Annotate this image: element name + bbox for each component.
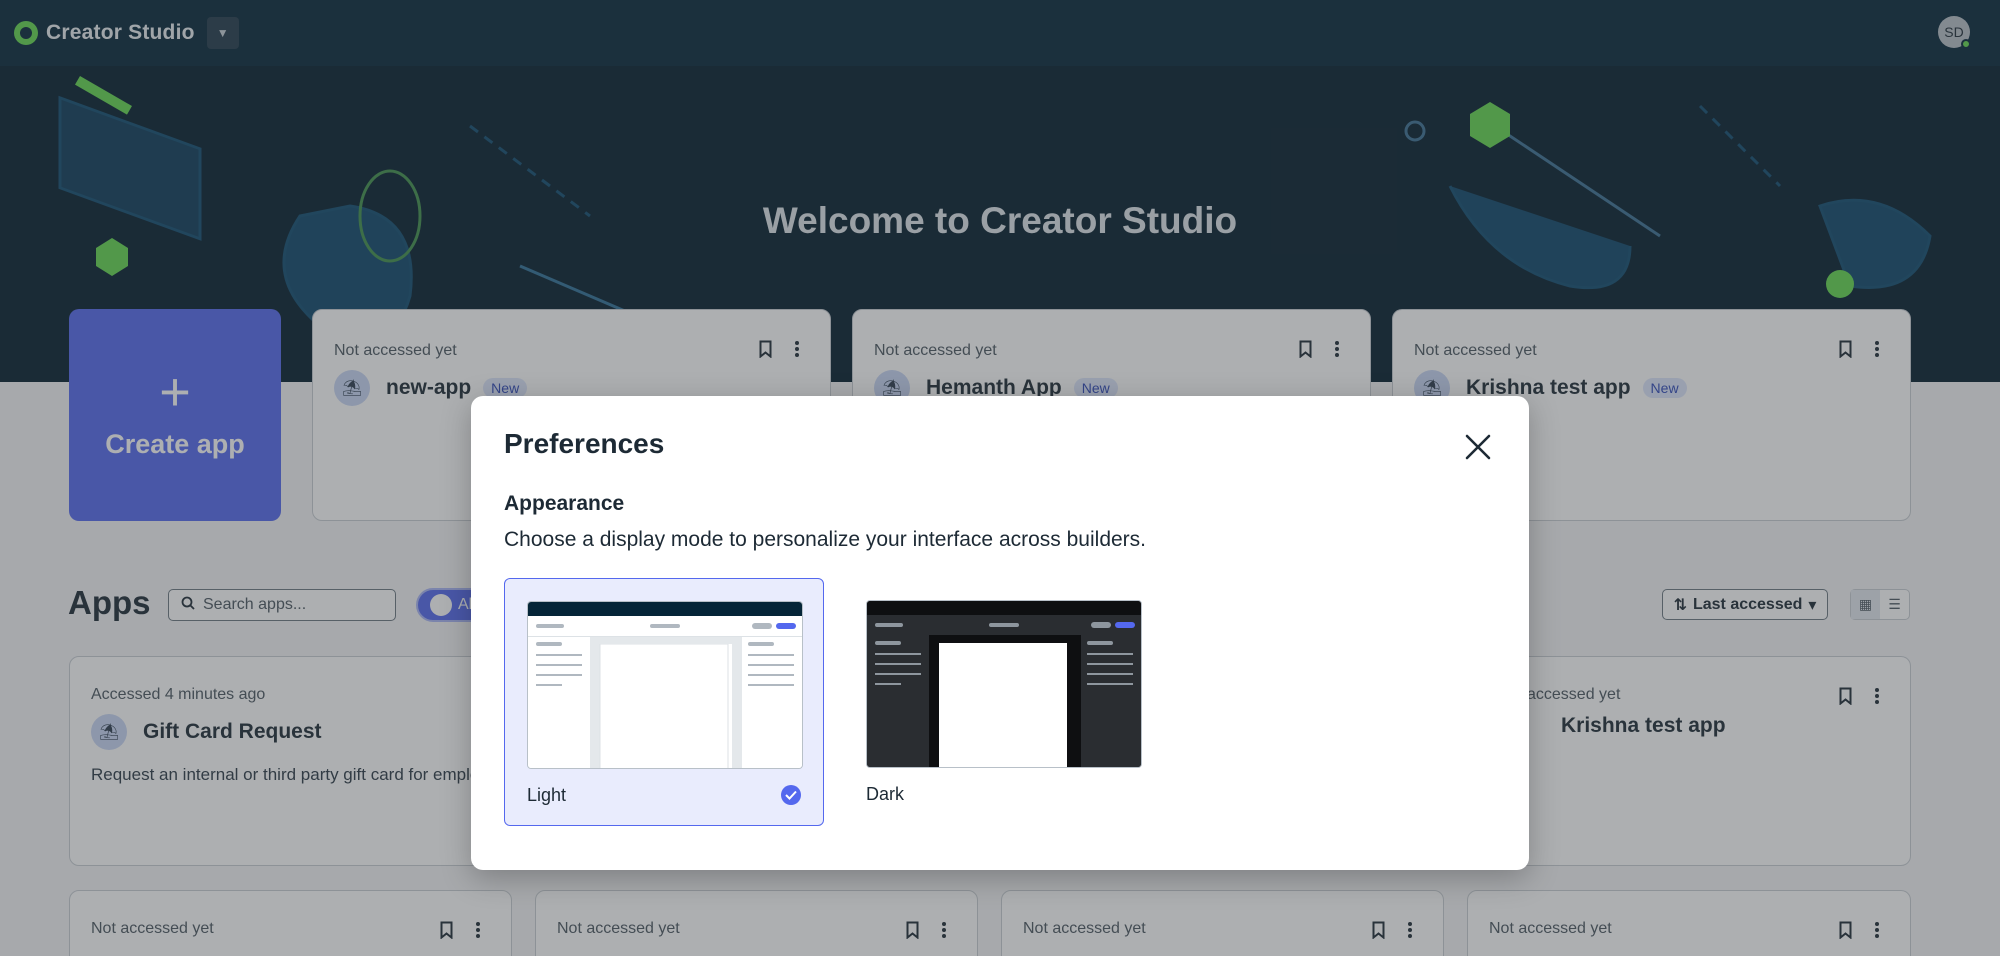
preferences-dialog: Preferences Appearance Choose a display … [471,396,1529,870]
light-mode-preview [527,601,803,769]
light-mode-label: Light [527,785,567,805]
appearance-heading: Appearance [504,492,625,515]
close-icon [1465,434,1491,460]
light-mode-option[interactable]: Light [504,578,824,826]
dialog-title: Preferences [504,428,665,459]
close-button[interactable] [1463,432,1493,462]
dark-mode-preview [866,600,1142,768]
appearance-description: Choose a display mode to personalize you… [504,528,1147,551]
dark-mode-label: Dark [866,784,905,804]
selected-check-icon [781,785,801,805]
dark-mode-option[interactable]: Dark [844,578,1164,826]
